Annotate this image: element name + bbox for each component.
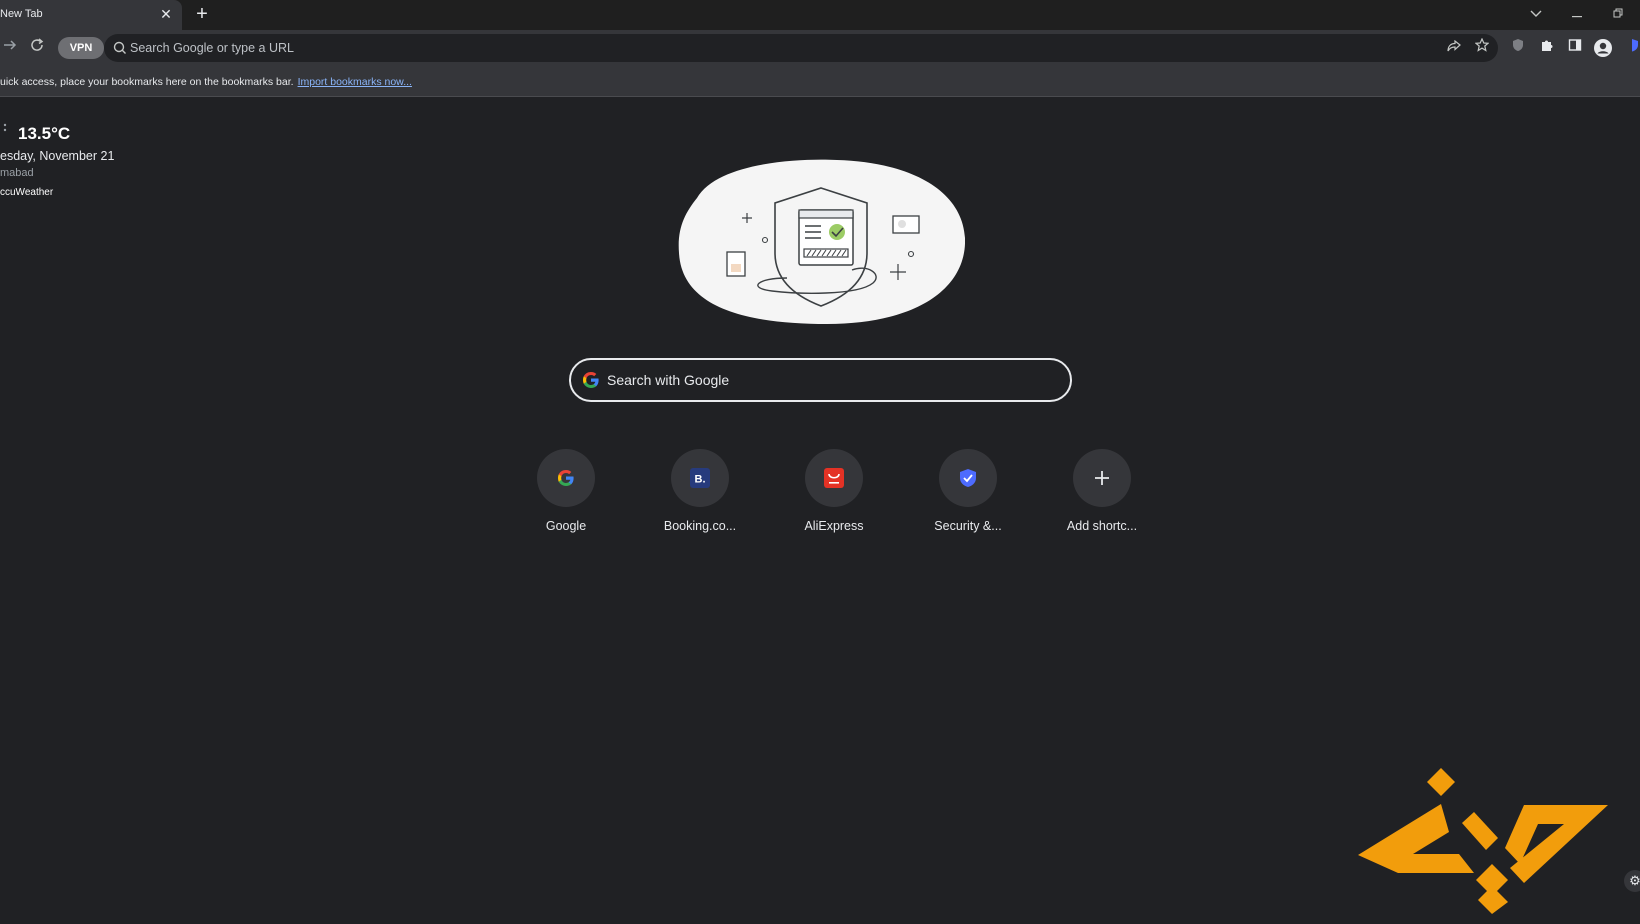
omnibox[interactable]	[104, 34, 1498, 62]
google-icon	[558, 470, 574, 486]
shortcut-label: Add shortc...	[1066, 519, 1138, 533]
forward-arrow-icon[interactable]	[0, 38, 20, 58]
profile-avatar-icon[interactable]	[1593, 38, 1613, 58]
shortcut-tile[interactable]	[805, 449, 863, 507]
aliexpress-icon	[824, 468, 844, 488]
security-extension-icon[interactable]	[1622, 38, 1640, 58]
bookmarks-hint-text: uick access, place your bookmarks here o…	[0, 76, 294, 88]
bookmarks-bar: uick access, place your bookmarks here o…	[0, 66, 1640, 97]
new-tab-plus-icon[interactable]: +	[192, 4, 212, 24]
shortcut-security[interactable]: Security &...	[912, 449, 1024, 539]
shortcut-tile[interactable]	[1073, 449, 1131, 507]
vpn-button[interactable]: VPN	[58, 37, 104, 59]
google-search-box[interactable]	[569, 358, 1072, 402]
booking-icon: B.	[690, 468, 710, 488]
shortcut-label: Security &...	[934, 519, 1002, 533]
weather-date: esday, November 21	[0, 149, 115, 163]
shortcut-label: Booking.co...	[663, 519, 737, 533]
shortcut-booking[interactable]: B. Booking.co...	[644, 449, 756, 539]
shortcut-tile[interactable]: B.	[671, 449, 729, 507]
watermark-logo	[1358, 768, 1608, 914]
svg-text:B.: B.	[695, 474, 706, 486]
security-shield-icon	[960, 469, 976, 487]
share-icon[interactable]	[1444, 38, 1464, 58]
shortcut-google[interactable]: Google	[510, 449, 622, 539]
bookmark-star-icon[interactable]	[1472, 37, 1492, 58]
extensions-puzzle-icon[interactable]	[1537, 38, 1557, 58]
tab-new-tab[interactable]: New Tab ✕	[0, 0, 182, 30]
google-g-icon	[583, 372, 599, 388]
bookmarks-bar-message: uick access, place your bookmarks here o…	[0, 76, 412, 88]
shortcut-tile[interactable]	[939, 449, 997, 507]
minimize-icon[interactable]	[1567, 5, 1587, 23]
tab-strip: New Tab ✕ +	[0, 0, 1640, 30]
tab-title: New Tab	[0, 8, 43, 20]
shortcut-add[interactable]: Add shortc...	[1046, 449, 1158, 539]
weather-icon	[2, 122, 12, 136]
weather-temperature: 13.5°C	[18, 124, 71, 143]
shortcut-tile[interactable]	[537, 449, 595, 507]
weather-city: mabad	[0, 167, 34, 179]
security-shield-illustration	[678, 159, 965, 324]
search-with-google-input[interactable]	[607, 370, 1037, 390]
customize-gear-icon[interactable]: ⚙	[1624, 870, 1640, 892]
toolbar: VPN	[0, 30, 1640, 66]
shortcut-label: AliExpress	[804, 519, 864, 533]
plus-icon	[1095, 471, 1109, 485]
weather-source[interactable]: ccuWeather	[0, 187, 53, 198]
shortcut-label: Google	[545, 519, 587, 533]
shortcuts-grid: Google B. Booking.co... AliExpress Secur…	[510, 449, 1180, 539]
restore-icon[interactable]	[1608, 5, 1628, 23]
tab-search-chevron-icon[interactable]	[1526, 5, 1546, 23]
side-panel-icon[interactable]	[1565, 38, 1585, 58]
search-icon	[113, 41, 126, 54]
address-bar-input[interactable]	[130, 39, 1230, 57]
extension-shield-icon[interactable]	[1508, 38, 1528, 58]
close-tab-icon[interactable]: ✕	[158, 6, 174, 22]
reload-icon[interactable]	[27, 38, 47, 58]
import-bookmarks-link[interactable]: Import bookmarks now...	[298, 76, 412, 88]
shortcut-aliexpress[interactable]: AliExpress	[778, 449, 890, 539]
